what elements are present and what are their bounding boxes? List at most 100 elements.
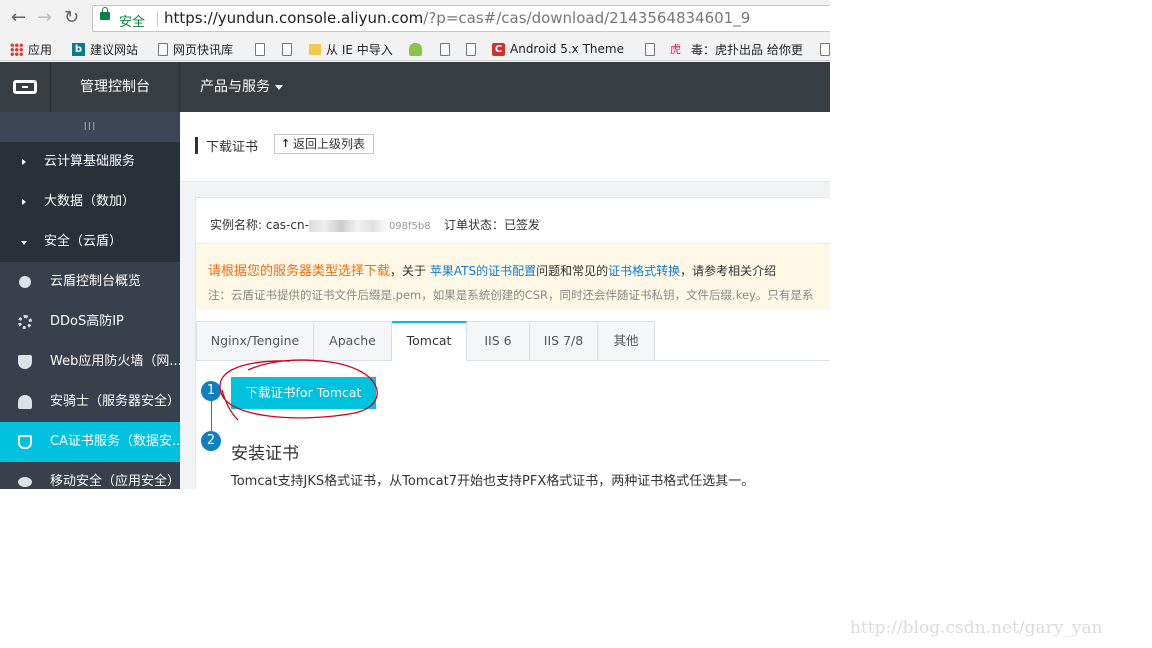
redacted-instance-id bbox=[308, 219, 389, 232]
folder-icon bbox=[309, 43, 321, 55]
url-host: https://yundun.console.aliyun.com bbox=[164, 9, 424, 27]
bookmark-page-b[interactable] bbox=[282, 40, 297, 58]
instance-label: 实例名称: cas-cn- bbox=[210, 218, 309, 232]
tab-iis6[interactable]: IIS 6 bbox=[467, 321, 530, 361]
sidebar-item-label: CA证书服务（数据安... bbox=[50, 434, 180, 449]
shield-icon bbox=[18, 355, 32, 369]
bookmark-android-theme[interactable]: C Android 5.x Theme bbox=[492, 40, 624, 58]
sidebar-group-cloud-basic[interactable]: 云计算基础服务 bbox=[0, 142, 180, 182]
page-title: 下载证书 bbox=[206, 140, 259, 155]
console-home-link[interactable]: 管理控制台 bbox=[50, 62, 180, 112]
sidebar-item-waf[interactable]: Web应用防火墙（网... bbox=[0, 342, 180, 382]
download-cert-button[interactable]: 下载证书for Tomcat bbox=[231, 377, 376, 409]
bookmark-label: 毒：虎扑出品 给你更 bbox=[691, 42, 803, 57]
notice-text: ，关于 bbox=[390, 264, 427, 278]
page-icon bbox=[282, 42, 292, 56]
gear-icon bbox=[18, 315, 32, 329]
bing-icon: b bbox=[72, 42, 85, 56]
ats-config-link[interactable]: 苹果ATS的证书配置 bbox=[430, 264, 536, 278]
bookmark-page-c[interactable] bbox=[440, 40, 455, 58]
bookmark-web-slice[interactable]: 网页快讯库 bbox=[158, 40, 233, 58]
bookmark-page-e[interactable] bbox=[645, 40, 660, 58]
sidebar-group-bigdata[interactable]: 大数据（数加） bbox=[0, 182, 180, 222]
sidebar-item-ddos[interactable]: DDoS高防IP bbox=[0, 302, 180, 342]
lock-icon bbox=[100, 7, 110, 20]
sidebar-item-label: 安骑士（服务器安全） bbox=[50, 394, 180, 409]
aliyun-logo[interactable] bbox=[0, 62, 50, 112]
step-connector bbox=[211, 401, 212, 431]
caret-down-icon bbox=[275, 84, 283, 90]
url-text[interactable]: https://yundun.console.aliyun.com/?p=cas… bbox=[164, 9, 750, 27]
step-2-description: Tomcat支持JKS格式证书，从Tomcat7开始也支持PFX格式证书，两种证… bbox=[231, 474, 755, 489]
bookmark-page-d[interactable] bbox=[466, 40, 481, 58]
screenshot-area: ← → ↻ 安全 https://yundun.console.aliyun.c… bbox=[0, 0, 830, 489]
address-separator bbox=[157, 11, 158, 27]
reload-icon[interactable]: ↻ bbox=[64, 8, 79, 28]
tab-other[interactable]: 其他 bbox=[598, 321, 655, 361]
tab-apache[interactable]: Apache bbox=[314, 321, 392, 361]
bookmark-page-f[interactable] bbox=[820, 40, 830, 58]
bookmark-page-a[interactable] bbox=[255, 40, 270, 58]
sidebar-item-label: DDoS高防IP bbox=[50, 314, 124, 329]
page-icon bbox=[440, 42, 450, 56]
notice-line: 请根据您的服务器类型选择下载，关于 苹果ATS的证书配置问题和常见的证书格式转换… bbox=[208, 260, 776, 279]
back-to-list-button[interactable]: 返回上级列表 bbox=[274, 134, 375, 154]
console-header: 管理控制台 产品与服务 bbox=[0, 62, 830, 112]
back-arrow-icon[interactable]: ← bbox=[11, 8, 26, 28]
page-icon bbox=[466, 42, 476, 56]
red-c-icon: C bbox=[492, 42, 505, 56]
sidebar-item-label: 云盾控制台概览 bbox=[50, 274, 142, 289]
main-content: 下载证书 返回上级列表 实例名称: cas-cn- 098f5b8 订单状态：已签… bbox=[181, 112, 830, 489]
page-header: 下载证书 返回上级列表 bbox=[181, 112, 830, 182]
bookmark-hupu[interactable]: 虎毒：虎扑出品 给你更 bbox=[670, 40, 803, 58]
notice-highlight: 请根据您的服务器类型选择下载 bbox=[208, 264, 391, 279]
products-menu[interactable]: 产品与服务 bbox=[200, 62, 283, 112]
sidebar-item-server-guard[interactable]: 安骑士（服务器安全） bbox=[0, 382, 180, 422]
sidebar-group-security[interactable]: 安全（云盾） bbox=[0, 222, 180, 262]
address-bar[interactable]: 安全 https://yundun.console.aliyun.com/?p=… bbox=[92, 5, 830, 32]
tab-tomcat[interactable]: Tomcat bbox=[392, 321, 467, 361]
instance-tail: 098f5b8 bbox=[388, 221, 431, 232]
aliyun-logo-icon bbox=[13, 80, 37, 94]
download-panel: 实例名称: cas-cn- 098f5b8 订单状态：已签发 请根据您的服务器类型… bbox=[195, 197, 830, 489]
products-label: 产品与服务 bbox=[200, 79, 270, 95]
bookmark-label: Android 5.x Theme bbox=[510, 42, 624, 56]
dot-icon bbox=[19, 276, 31, 288]
cert-icon bbox=[18, 435, 32, 449]
eye-icon bbox=[18, 477, 32, 487]
url-path: /?p=cas#/cas/download/2143564834601_9 bbox=[423, 9, 751, 27]
sidebar-item-overview[interactable]: 云盾控制台概览 bbox=[0, 262, 180, 302]
caret-right-icon bbox=[22, 199, 26, 205]
sidebar-group-label: 安全（云盾） bbox=[44, 234, 123, 249]
watermark: http://blog.csdn.net/gary_yan bbox=[850, 618, 1103, 638]
step-2-title: 安装证书 bbox=[231, 444, 299, 464]
step-2-badge: 2 bbox=[201, 431, 221, 451]
caret-down-icon bbox=[21, 241, 27, 245]
sidebar-collapse-toggle[interactable]: III bbox=[0, 112, 180, 142]
apps-grid-icon bbox=[10, 42, 23, 56]
knight-icon bbox=[18, 395, 32, 409]
tab-nginx[interactable]: Nginx/Tengine bbox=[196, 321, 314, 361]
sidebar-item-mobile-security[interactable]: 移动安全（应用安全） bbox=[0, 462, 180, 489]
tab-iis78[interactable]: IIS 7/8 bbox=[530, 321, 598, 361]
bookmark-apps[interactable]: 应用 bbox=[10, 40, 52, 58]
bookmark-label: 应用 bbox=[28, 42, 53, 57]
instance-name: 实例名称: cas-cn- 098f5b8 bbox=[210, 216, 431, 233]
forward-arrow-icon[interactable]: → bbox=[37, 8, 52, 28]
bookmark-import-ie[interactable]: 从 IE 中导入 bbox=[309, 40, 393, 58]
tiger-icon: 虎 bbox=[670, 42, 681, 56]
bookmark-label: 从 IE 中导入 bbox=[326, 42, 393, 57]
sidebar-item-ca-cert[interactable]: CA证书服务（数据安... bbox=[0, 422, 180, 462]
page-icon bbox=[255, 42, 265, 56]
sidebar-item-label: Web应用防火墙（网... bbox=[50, 354, 180, 369]
order-status: 订单状态：已签发 bbox=[444, 218, 541, 232]
server-type-tabs: Nginx/Tengine Apache Tomcat IIS 6 IIS 7/… bbox=[196, 321, 830, 361]
sidebar-group-label: 大数据（数加） bbox=[44, 194, 136, 209]
sidebar-item-label: 移动安全（应用安全） bbox=[50, 474, 180, 489]
title-accent-bar bbox=[195, 137, 198, 154]
bookmark-suggested-sites[interactable]: b 建议网站 bbox=[72, 40, 138, 58]
bookmark-android[interactable] bbox=[409, 40, 427, 58]
cert-format-link[interactable]: 证书格式转换 bbox=[608, 264, 680, 278]
page-icon bbox=[820, 42, 830, 56]
android-icon bbox=[409, 42, 422, 56]
